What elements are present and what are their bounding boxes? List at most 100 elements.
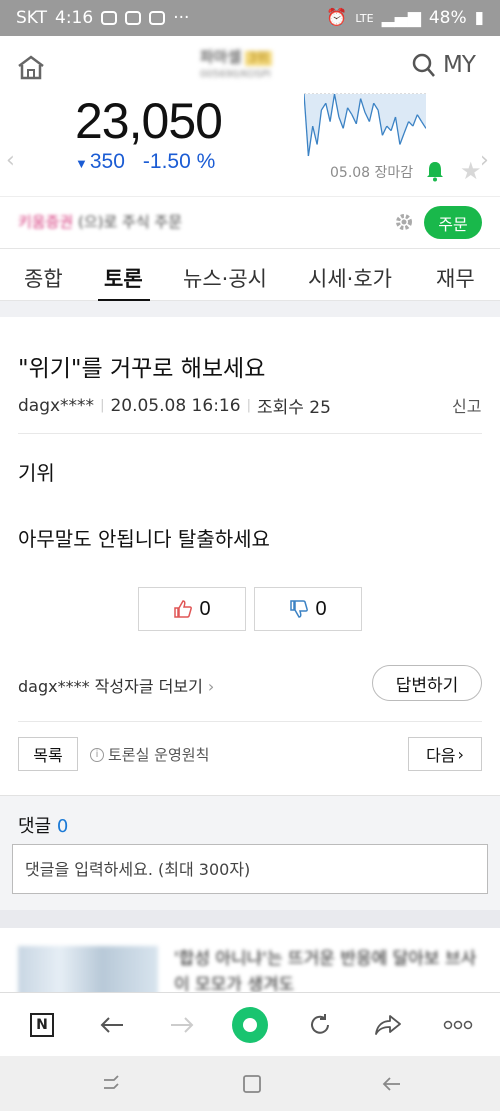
comments-label: 댓글 — [18, 816, 52, 837]
network-type-label: LTE — [355, 11, 374, 25]
message-notification-icon — [149, 11, 166, 25]
comment-input[interactable] — [12, 844, 488, 894]
post-body-line: 아무말도 안됩니다 탈출하세요 — [18, 527, 270, 551]
post-title: "위기"를 거꾸로 해보세요 — [18, 356, 266, 382]
battery-icon: ▮ — [474, 8, 484, 28]
section-gap — [0, 910, 500, 928]
rules-link[interactable]: i 토론실 운영원칙 — [90, 744, 209, 765]
bell-icon[interactable] — [424, 160, 446, 182]
tab-bar: 종합 토론 뉴스·공시 시세·호가 재무 — [0, 248, 500, 302]
chat-notification-icon — [101, 11, 118, 25]
broker-name: 키움증권 — [18, 213, 74, 231]
comments-count: 0 — [56, 816, 69, 837]
green-dot-icon — [232, 1007, 268, 1043]
chevron-right-icon: › — [457, 744, 464, 764]
down-triangle-icon: ▼ — [75, 156, 88, 171]
prev-stock-icon[interactable]: ‹ — [6, 148, 15, 173]
stock-name: 파마셀 — [200, 48, 242, 66]
more-dots-icon — [443, 1020, 473, 1030]
post-datetime: 20.05.08 16:16 — [110, 395, 241, 416]
signal-icon: ▂▄▆ — [381, 8, 421, 28]
carrier-label: SKT — [16, 8, 48, 28]
stock-name-block: 파마셀 3위 005690/KOSPI — [200, 46, 300, 86]
stock-rank-badge: 3위 — [245, 51, 272, 66]
system-navigation-bar — [0, 1056, 500, 1111]
rules-label: 토론실 운영원칙 — [108, 746, 210, 764]
home-icon[interactable] — [16, 54, 46, 80]
like-button[interactable]: 0 — [138, 587, 246, 631]
chevron-right-icon: › — [207, 677, 215, 696]
post: "위기"를 거꾸로 해보세요 dagx**** | 20.05.08 16:16… — [0, 317, 500, 795]
comments-title: 댓글 0 — [18, 812, 68, 838]
current-price: 23,050 — [75, 93, 223, 149]
alarm-icon: ⏰ — [326, 8, 348, 28]
more-button[interactable] — [440, 1007, 476, 1043]
comments-section: 댓글 0 — [0, 795, 500, 910]
app-notification-icon — [125, 11, 142, 25]
home-square-icon[interactable] — [240, 1072, 264, 1096]
post-views: 조회수 25 — [256, 398, 331, 418]
stock-code: 005690/KOSPI — [200, 69, 271, 80]
arrow-left-icon — [100, 1017, 123, 1033]
search-icon[interactable] — [412, 52, 436, 78]
browser-toolbar: N — [0, 992, 500, 1056]
info-icon: i — [90, 747, 104, 762]
meta-separator: | — [246, 398, 251, 413]
more-by-author-label: dagx**** 작성자글 더보기 — [18, 677, 203, 696]
status-bar: SKT 4:16 ··· ⏰ LTE ▂▄▆ 48% ▮ — [0, 0, 500, 36]
recent-apps-icon[interactable] — [100, 1072, 124, 1096]
section-gap — [0, 301, 500, 317]
more-notifications-icon: ··· — [173, 8, 190, 28]
forward-button[interactable] — [164, 1007, 200, 1043]
order-row: 키움증권 (으)로 주식 주문 주문 — [0, 196, 500, 248]
list-button[interactable]: 목록 — [18, 737, 78, 771]
back-arrow-icon[interactable] — [380, 1072, 404, 1096]
tab-quotes[interactable]: 시세·호가 — [308, 263, 392, 293]
broker-suffix: (으)로 주식 주문 — [77, 213, 183, 231]
naver-logo-icon: N — [30, 1013, 54, 1037]
like-count: 0 — [199, 597, 211, 620]
tab-financials[interactable]: 재무 — [436, 263, 475, 293]
arrow-right-icon — [171, 1017, 194, 1033]
tab-news[interactable]: 뉴스·공시 — [183, 263, 267, 293]
battery-label: 48% — [428, 8, 467, 28]
stock-header: 파마셀 3위 005690/KOSPI MY ‹ › 23,050 ▼350 -1… — [0, 36, 500, 196]
news-headline: '합성 아니냐'는 뜨거운 반응에 달아보 브사이 모모가 생겨도 — [174, 949, 477, 992]
post-author[interactable]: dagx**** — [18, 396, 94, 416]
share-icon — [375, 1015, 401, 1035]
dislike-button[interactable]: 0 — [254, 587, 362, 631]
news-card[interactable]: '합성 아니냐'는 뜨거운 반응에 달아보 브사이 모모가 생겨도 — [0, 928, 500, 992]
tab-overview[interactable]: 종합 — [24, 263, 63, 293]
green-home-button[interactable] — [232, 1007, 268, 1043]
reply-button[interactable]: 답변하기 — [372, 665, 482, 701]
mini-price-chart[interactable] — [304, 90, 426, 160]
meta-separator: | — [100, 398, 105, 413]
more-by-author-link[interactable]: dagx**** 작성자글 더보기 › — [18, 673, 214, 697]
share-button[interactable] — [370, 1007, 406, 1043]
time-label: 4:16 — [55, 8, 94, 28]
back-button[interactable] — [94, 1007, 130, 1043]
change-percent: -1.50 % — [142, 150, 216, 173]
naver-home-button[interactable]: N — [24, 1007, 60, 1043]
change-amount: 350 — [89, 150, 125, 173]
star-icon[interactable]: ★ — [460, 157, 482, 185]
divider — [18, 433, 482, 434]
divider — [18, 721, 482, 722]
refresh-button[interactable] — [302, 1007, 338, 1043]
broker-order-link[interactable]: 키움증권 (으)로 주식 주문 — [18, 211, 182, 232]
post-meta: dagx**** | 20.05.08 16:16 | 조회수 25 — [18, 393, 331, 419]
post-body-line: 기위 — [18, 461, 55, 485]
next-post-button[interactable]: 다음 › — [408, 737, 482, 771]
news-thumbnail — [18, 946, 158, 992]
refresh-icon — [311, 1014, 329, 1034]
my-menu-button[interactable]: MY — [443, 52, 476, 78]
tab-discussion[interactable]: 토론 — [104, 263, 143, 293]
report-link[interactable]: 신고 — [452, 393, 481, 417]
thumbs-down-icon — [290, 600, 309, 618]
next-label: 다음 — [426, 746, 456, 765]
price-change: ▼350 -1.50 % — [75, 150, 215, 174]
order-button[interactable]: 주문 — [424, 206, 482, 239]
gear-icon[interactable] — [394, 212, 414, 232]
dislike-count: 0 — [315, 597, 327, 620]
thumbs-up-icon — [174, 600, 193, 618]
